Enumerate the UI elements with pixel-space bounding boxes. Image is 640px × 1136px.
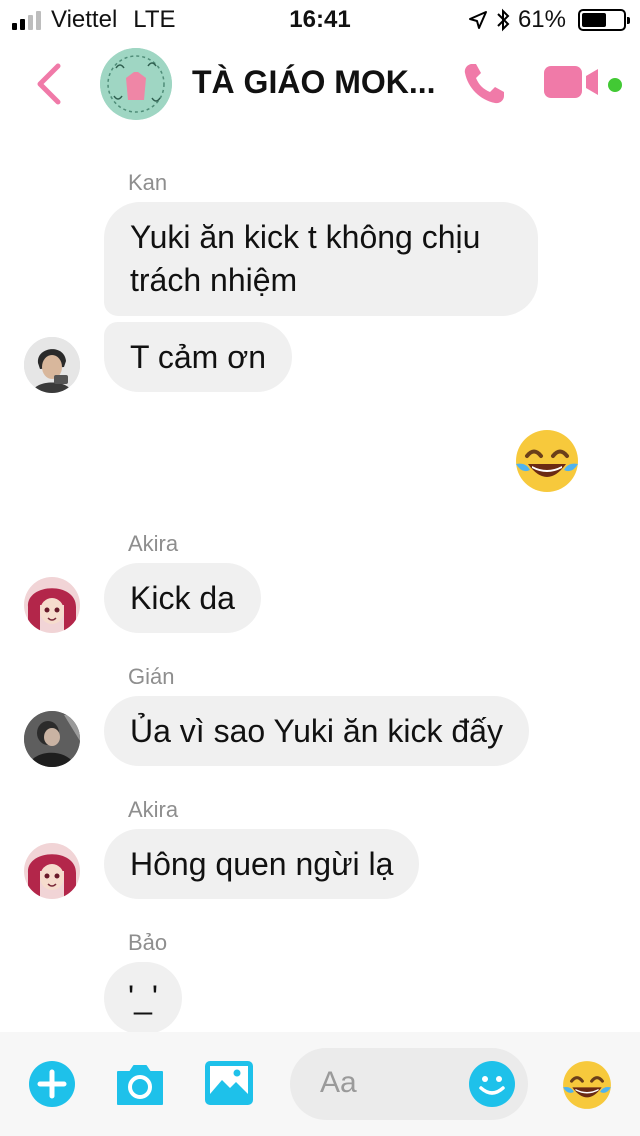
message-text: T cảm ơn — [130, 339, 266, 375]
message-bubble[interactable]: Hông quen ngừi lạ — [104, 829, 420, 899]
phone-call-icon[interactable] — [458, 58, 510, 110]
message-composer: Aa — [0, 1032, 640, 1136]
bluetooth-icon — [497, 8, 510, 32]
avatar-gian[interactable] — [24, 711, 80, 767]
smiley-icon[interactable] — [468, 1060, 516, 1108]
message-input-placeholder: Aa — [320, 1066, 357, 1099]
group-avatar[interactable] — [100, 48, 172, 120]
avatar-image — [24, 577, 80, 633]
message-text: Yuki ăn kick t không chịu — [130, 219, 481, 255]
sender-name: Bảo — [128, 930, 168, 955]
message-text: Ủa vì sao Yuki ăn kick đấy — [130, 713, 503, 749]
back-chevron-icon[interactable] — [30, 60, 70, 108]
sender-name: Gián — [128, 664, 175, 689]
conversation-title[interactable]: TÀ GIÁO MOK... — [192, 64, 452, 101]
avatar-image — [24, 843, 80, 899]
conversation-header: TÀ GIÁO MOK... — [0, 40, 640, 128]
message-bubble[interactable]: T cảm ơn — [104, 322, 292, 392]
gallery-icon[interactable] — [204, 1060, 254, 1106]
camera-icon[interactable] — [114, 1060, 166, 1108]
message-text: '_' — [128, 979, 159, 1015]
message-bubble[interactable]: '_' — [104, 962, 183, 1034]
video-call-icon[interactable] — [542, 62, 602, 102]
message-text: Kick da — [130, 580, 235, 616]
battery-icon — [578, 9, 630, 31]
message-bubble[interactable]: Yuki ăn kick t không chịu trách nhiệm — [104, 202, 538, 316]
face-with-tears-of-joy-icon[interactable] — [560, 1058, 614, 1112]
group-logo — [100, 48, 172, 120]
location-arrow-icon — [468, 11, 487, 29]
sender-name: Akira — [128, 797, 179, 822]
online-status-indicator — [606, 76, 624, 94]
message-bubble[interactable]: Kick da — [104, 563, 261, 633]
avatar-kan[interactable] — [24, 337, 80, 393]
status-bar: Viettel LTE 16:41 61% — [0, 0, 640, 40]
avatar-akira[interactable] — [24, 843, 80, 899]
avatar-image — [24, 711, 80, 767]
face-with-tears-of-joy-icon[interactable] — [512, 426, 582, 496]
message-input[interactable]: Aa — [290, 1048, 528, 1120]
sender-name: Kan — [128, 170, 168, 195]
message-text: trách nhiệm — [130, 262, 298, 298]
plus-icon[interactable] — [28, 1060, 76, 1108]
battery-percentage: 61% — [517, 6, 566, 33]
sender-name: Akira — [128, 531, 179, 556]
message-bubble[interactable]: Ủa vì sao Yuki ăn kick đấy — [104, 696, 529, 766]
avatar-image — [24, 337, 80, 393]
status-right: 61% — [468, 6, 630, 34]
message-text: Hông quen ngừi lạ — [130, 846, 394, 882]
battery-level — [582, 13, 607, 27]
avatar-akira[interactable] — [24, 577, 80, 633]
